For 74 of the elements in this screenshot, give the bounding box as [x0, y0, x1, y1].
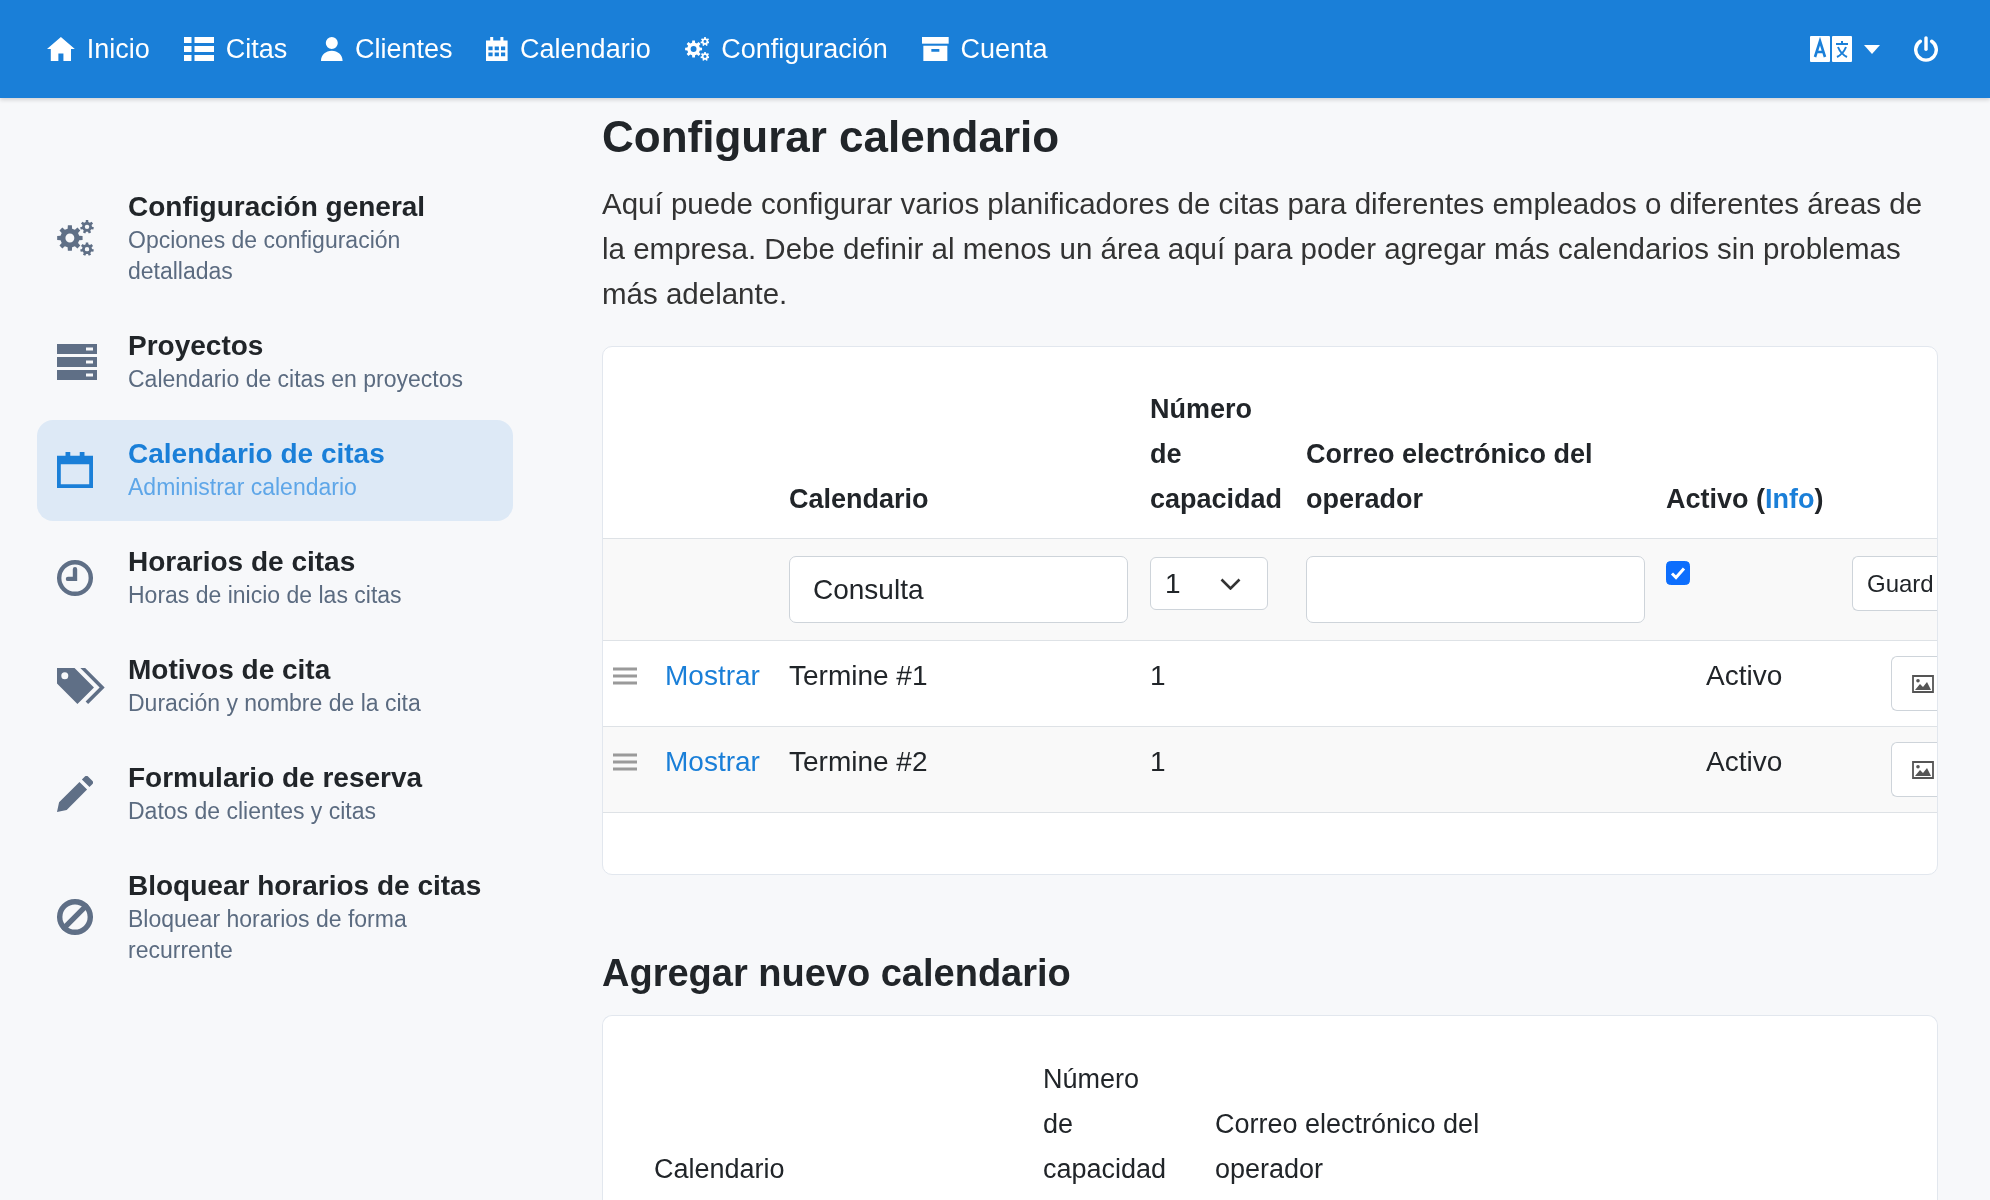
chevron-down-icon: [1220, 577, 1241, 590]
table-cell: Termine #1: [789, 660, 928, 691]
drag-handle-icon[interactable]: [613, 753, 637, 771]
table-cell: 1: [1150, 746, 1166, 777]
image-icon: [1912, 760, 1934, 779]
sidebar-item-title: Configuración general: [128, 190, 426, 224]
user-icon: [321, 37, 343, 61]
tags-icon: [57, 667, 105, 704]
ban-icon: [57, 899, 93, 935]
calendar-icon: [57, 451, 93, 488]
sidebar-item-subtitle: Horas de inicio de las citas: [128, 581, 402, 610]
sidebar-item[interactable]: Motivos de cita Duración y nombre de la cita: [37, 636, 513, 737]
sidebar-item-subtitle: Calendario de citas en proyectos: [128, 365, 463, 394]
table-cell: Termine #2: [789, 746, 928, 777]
section-title: Agregar nuevo calendario: [602, 951, 1071, 995]
sidebar-item-subtitle: Bloquear horarios de forma recurrente: [128, 905, 408, 965]
nav-link[interactable]: Inicio: [47, 33, 150, 65]
sidebar-item[interactable]: Bloquear horarios de citas Bloquear horarios de forma recurrente: [37, 852, 513, 984]
capacity-select[interactable]: 1: [1150, 557, 1268, 610]
sidebar-item[interactable]: Calendario de citas Administrar calendario: [37, 420, 513, 521]
clock-icon: [57, 559, 93, 596]
nav-link[interactable]: Calendario: [486, 33, 651, 65]
translate-icon[interactable]: [1810, 36, 1852, 62]
calendar-name-input[interactable]: Consulta: [789, 556, 1128, 623]
sidebar-item-title: Motivos de cita: [128, 653, 331, 687]
column-header: Correo electrónico del operador: [1215, 1108, 1481, 1186]
column-header: Número de capacidad: [1150, 393, 1283, 516]
table-cell: Activo: [1706, 746, 1783, 777]
sidebar-item-title: Calendario de citas: [128, 437, 385, 471]
sidebar-item-title: Proyectos: [128, 329, 264, 363]
stacked-bars-icon: [57, 343, 97, 380]
info-link[interactable]: Info: [1765, 484, 1815, 514]
power-icon[interactable]: [1914, 36, 1938, 62]
calendar-icon: [486, 37, 509, 61]
archive-box-icon: [921, 37, 949, 61]
nav-link[interactable]: Configuración: [684, 33, 888, 65]
sidebar-item-subtitle: Administrar calendario: [128, 473, 357, 502]
sidebar-item-subtitle: Duración y nombre de la cita: [128, 689, 421, 718]
save-button[interactable]: Guard: [1852, 556, 1937, 611]
column-header: Calendario: [789, 483, 929, 516]
column-header: Correo electrónico del operador: [1306, 438, 1594, 516]
page-title: Configurar calendario: [602, 112, 1060, 162]
sidebar-item[interactable]: Formulario de reserva Datos de clientes y citas: [37, 744, 513, 845]
sidebar-item-subtitle: Opciones de configuración detalladas: [128, 226, 402, 286]
nav-link[interactable]: Cuenta: [921, 33, 1048, 65]
gears-icon: [57, 220, 94, 256]
gears-icon: [684, 37, 710, 61]
nav-link[interactable]: Citas: [183, 33, 288, 65]
nav-link[interactable]: Clientes: [321, 33, 453, 65]
table-cell: Activo: [1706, 660, 1783, 691]
image-button[interactable]: [1891, 656, 1937, 711]
image-icon: [1912, 674, 1934, 693]
caret-icon[interactable]: [1864, 44, 1880, 54]
sidebar-item[interactable]: Horarios de citas Horas de inicio de las citas: [37, 528, 513, 629]
column-header: Activo (Info): [1666, 483, 1824, 516]
column-header: Calendario: [654, 1153, 785, 1186]
image-button[interactable]: [1891, 742, 1937, 797]
drag-handle-icon[interactable]: [613, 667, 637, 685]
table-cell: 1: [1150, 660, 1166, 691]
sidebar-item[interactable]: Proyectos Calendario de citas en proyectos: [37, 312, 513, 413]
show-link[interactable]: Mostrar: [665, 742, 760, 782]
intro-text: Aquí puede configurar varios planificadores de citas para diferentes empleados o diferentes áreas de la empresa. Debe definir al menos un área aquí para poder agregar más calendarios sin problemas más adelante.: [602, 186, 1924, 312]
checkbox[interactable]: [1666, 561, 1690, 585]
home-icon: [47, 37, 75, 61]
show-link[interactable]: Mostrar: [665, 656, 760, 696]
pencil-icon: [57, 775, 94, 812]
sidebar-item-subtitle: Datos de clientes y citas: [128, 797, 376, 826]
list-icon: [183, 37, 214, 61]
sidebar-item-title: Horarios de citas: [128, 545, 356, 579]
sidebar-item-title: Formulario de reserva: [128, 761, 423, 795]
sidebar-item-title: Bloquear horarios de citas: [128, 869, 482, 903]
email-input[interactable]: [1306, 556, 1645, 623]
sidebar-item[interactable]: Configuración general Opciones de configuración detalladas: [37, 173, 513, 305]
column-header: Número de capacidad: [1043, 1063, 1167, 1186]
